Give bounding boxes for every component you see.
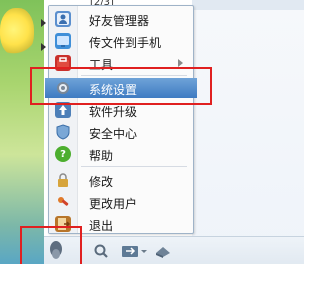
submenu-arrow-icon [178, 59, 183, 67]
menu-item-send-to-phone[interactable]: 传文件到手机 [49, 31, 193, 51]
switch-user-icon [55, 194, 71, 210]
app-box-icon[interactable] [152, 241, 174, 261]
menu-item-security-center[interactable]: 安全中心 [49, 122, 193, 142]
help-icon: ? [55, 146, 71, 162]
menu-item-label: 更改用户 [89, 197, 138, 211]
menu-item-label: 修改 [89, 175, 114, 189]
menu-item-label: 退出 [89, 219, 114, 233]
menu-item-label: 帮助 [89, 149, 114, 163]
friends-manager-icon [55, 11, 71, 27]
send-to-phone-icon [55, 33, 71, 49]
main-menu: 好友管理器 传文件到手机 工具 系统设置 软件升级 安全中心 ? 帮助 修改 更… [45, 5, 197, 234]
bottom-strip [0, 264, 304, 281]
flower-decoration [0, 8, 34, 56]
menu-item-label: 传文件到手机 [89, 36, 162, 50]
qq-bottom-toolbar [44, 236, 304, 265]
highlight-box-settings [30, 67, 212, 105]
expand-arrow-icon[interactable] [41, 19, 46, 27]
shield-icon [55, 124, 71, 140]
search-icon[interactable] [92, 241, 110, 261]
menu-item-label: 好友管理器 [89, 14, 150, 28]
menu-separator [81, 166, 187, 167]
menu-item-label: 安全中心 [89, 127, 138, 141]
expand-arrow-icon[interactable] [41, 43, 46, 51]
menu-item-friends-manager[interactable]: 好友管理器 [49, 9, 193, 29]
menu-item-switch-user[interactable]: 更改用户 [49, 192, 193, 212]
lock-icon [55, 172, 71, 188]
menu-item-help[interactable]: ? 帮助 [49, 144, 193, 164]
panel-header-strip [192, 0, 304, 10]
menu-item-modify[interactable]: 修改 [49, 170, 193, 190]
transfer-icon[interactable] [120, 241, 148, 261]
menu-item-label: 软件升级 [89, 105, 138, 119]
